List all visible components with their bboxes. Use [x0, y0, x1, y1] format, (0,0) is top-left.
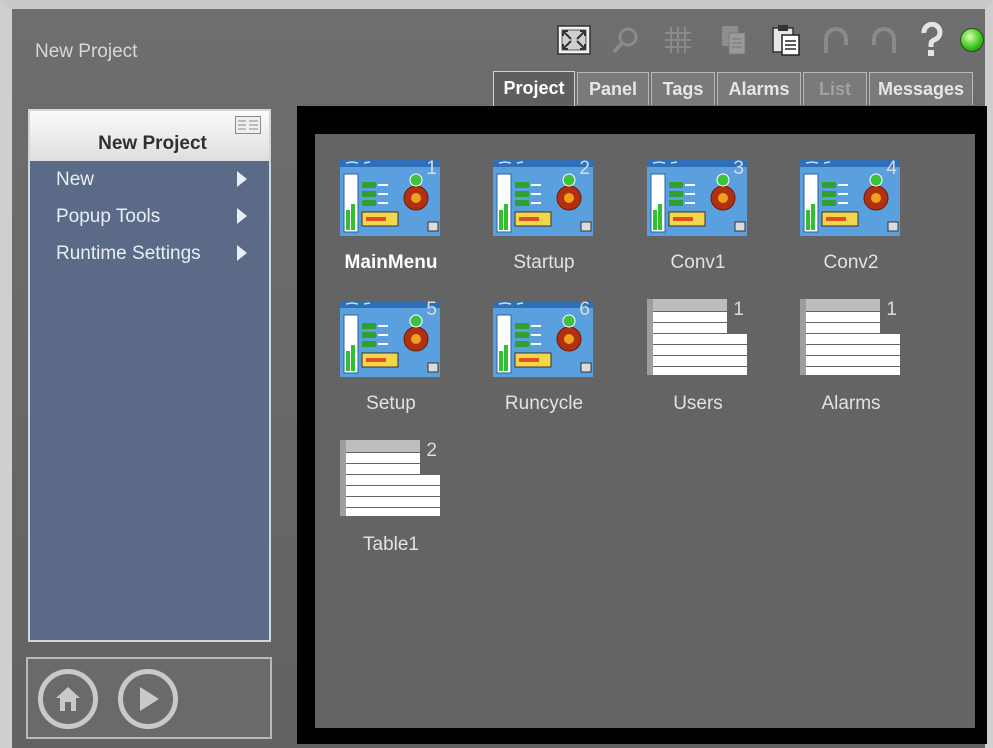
table-number: 1	[886, 299, 897, 320]
help-icon[interactable]	[914, 22, 950, 58]
list-view-icon[interactable]	[235, 116, 261, 139]
tab-panel[interactable]: Panel	[577, 72, 649, 105]
panel-number: 3	[733, 158, 744, 179]
redo-icon[interactable]	[866, 22, 902, 58]
panel-label: Conv1	[670, 252, 726, 273]
tab-project[interactable]: Project	[493, 71, 575, 107]
panel-tile-mainmenu[interactable]: 1 MainMenu	[321, 158, 441, 288]
fullscreen-icon[interactable]	[556, 22, 592, 58]
table-number: 1	[733, 299, 744, 320]
undo-icon[interactable]	[818, 22, 854, 58]
panel-number: 2	[579, 158, 590, 179]
zoom-icon[interactable]	[608, 22, 644, 58]
panel-thumbnail-icon	[493, 300, 593, 378]
chevron-right-icon	[237, 171, 247, 187]
tab-alarms[interactable]: Alarms	[717, 72, 801, 105]
play-button[interactable]	[118, 669, 178, 729]
tab-tags[interactable]: Tags	[651, 72, 715, 105]
table-thumbnail-icon	[800, 299, 900, 375]
table-tile-users[interactable]: 1 Users	[628, 299, 748, 429]
project-sidebar: New Project New Popup Tools Runtime Sett…	[28, 109, 271, 642]
status-led-icon	[960, 28, 984, 52]
grid-icon[interactable]	[660, 22, 696, 58]
table-label: Table1	[363, 534, 419, 555]
panel-tile-conv1[interactable]: 3 Conv1	[628, 158, 748, 288]
panel-thumbnail-icon	[800, 159, 900, 237]
panel-tile-runcycle[interactable]: 6 Runcycle	[474, 299, 594, 429]
panel-label: Startup	[513, 252, 575, 273]
panel-tile-startup[interactable]: 2 Startup	[474, 158, 594, 288]
copy-icon[interactable]	[716, 22, 752, 58]
panel-thumbnail-icon	[493, 159, 593, 237]
panel-label: Runcycle	[504, 393, 584, 414]
sidebar-item-popup-tools[interactable]: Popup Tools	[30, 198, 269, 235]
sidebar-item-label: New	[56, 169, 95, 190]
paste-icon[interactable]	[768, 22, 804, 58]
panel-thumbnail-icon	[340, 159, 440, 237]
app-title: New Project	[35, 41, 138, 62]
panel-thumbnail-icon	[647, 159, 747, 237]
panel-label: Setup	[366, 393, 416, 414]
sidebar-item-label: Popup Tools	[56, 206, 161, 227]
panel-number: 1	[426, 158, 437, 179]
navigation-buttons	[26, 657, 272, 739]
table-label: Alarms	[821, 393, 881, 414]
sidebar-menu: New Popup Tools Runtime Settings	[30, 161, 269, 272]
panel-label: MainMenu	[344, 252, 438, 273]
table-thumbnail-icon	[340, 440, 440, 516]
table-thumbnail-icon	[647, 299, 747, 375]
table-tile-alarms[interactable]: 1 Alarms	[781, 299, 901, 429]
sidebar-item-new[interactable]: New	[30, 161, 269, 198]
home-button[interactable]	[38, 669, 98, 729]
panel-tile-setup[interactable]: 5 Setup	[321, 299, 441, 429]
tab-list[interactable]: List	[803, 72, 867, 105]
home-icon	[56, 687, 80, 711]
chevron-right-icon	[237, 245, 247, 261]
panel-label: Conv2	[823, 252, 879, 273]
sidebar-item-label: Runtime Settings	[56, 243, 201, 264]
table-label: Users	[673, 393, 723, 414]
play-icon	[140, 687, 159, 711]
chevron-right-icon	[237, 208, 247, 224]
panel-tile-conv2[interactable]: 4 Conv2	[781, 158, 901, 288]
sidebar-item-runtime-settings[interactable]: Runtime Settings	[30, 235, 269, 272]
sidebar-header: New Project	[30, 111, 269, 161]
panel-number: 4	[886, 158, 897, 179]
table-tile-table1[interactable]: 2 Table1	[321, 440, 441, 570]
table-number: 2	[426, 440, 437, 461]
panel-number: 5	[426, 299, 437, 320]
panel-number: 6	[579, 299, 590, 320]
panel-grid: 1 MainMenu 2 Startup 3 Conv1 4 Conv2 5 S…	[315, 134, 975, 728]
panel-thumbnail-icon	[340, 300, 440, 378]
tab-messages[interactable]: Messages	[869, 72, 973, 105]
